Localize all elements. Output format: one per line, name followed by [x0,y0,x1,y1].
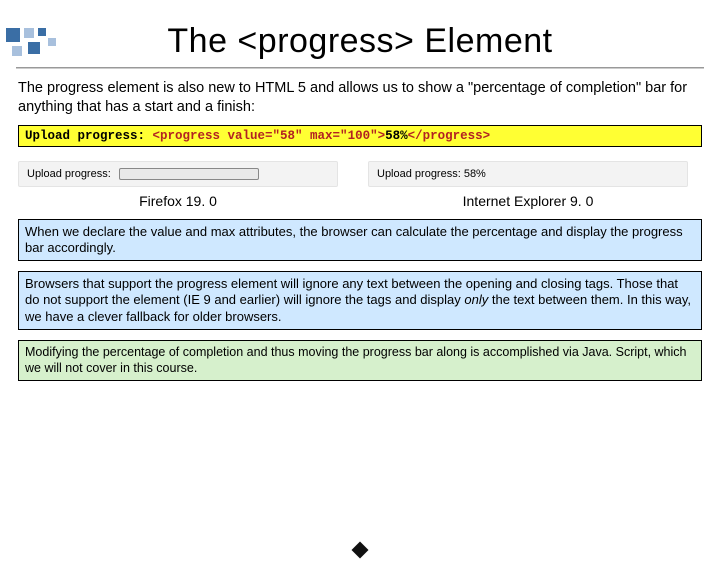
corner-decoration [6,28,126,64]
code-inner-text: 58% [385,129,408,143]
ie-screenshot: Upload progress: 58% [368,161,688,187]
note-box-1: When we declare the value and max attrib… [18,219,702,262]
intro-text: The progress element is also new to HTML… [18,79,702,117]
firefox-label: Upload progress: [27,168,111,180]
note-box-2: Browsers that support the progress eleme… [18,271,702,330]
progress-bar [119,168,259,180]
diamond-icon [352,542,369,559]
ie-caption: Internet Explorer 9. 0 [368,193,688,209]
ie-label: Upload progress: 58% [377,168,486,180]
firefox-screenshot: Upload progress: [18,161,338,187]
code-example: Upload progress: <progress value="58" ma… [18,125,702,147]
screenshot-row: Upload progress: Firefox 19. 0 Upload pr… [18,161,702,209]
ie-cell: Upload progress: 58% Internet Explorer 9… [368,161,688,209]
firefox-cell: Upload progress: Firefox 19. 0 [18,161,338,209]
slide-content: The progress element is also new to HTML… [0,69,720,381]
code-lead: Upload progress: [25,129,153,143]
firefox-caption: Firefox 19. 0 [18,193,338,209]
note-box-3: Modifying the percentage of completion a… [18,340,702,381]
code-open-tag: <progress value="58" max="100"> [153,129,386,143]
note-2-em: only [464,292,488,307]
code-close-tag: </progress> [408,129,491,143]
